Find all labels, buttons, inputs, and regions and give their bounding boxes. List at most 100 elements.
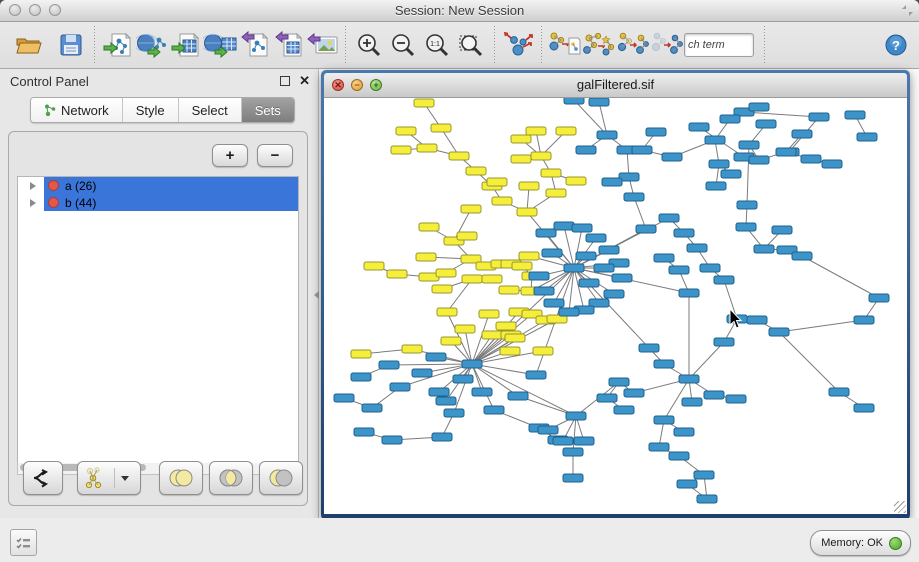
graph-edge[interactable] <box>465 329 472 364</box>
graph-node[interactable] <box>604 290 624 298</box>
graph-edge[interactable] <box>472 364 494 410</box>
graph-node[interactable] <box>854 404 874 412</box>
create-set-from-network-button[interactable] <box>77 461 141 495</box>
graph-node[interactable] <box>462 275 482 283</box>
graph-node[interactable] <box>720 115 740 123</box>
float-panel-icon[interactable] <box>280 76 290 86</box>
graph-node[interactable] <box>654 360 674 368</box>
graph-node[interactable] <box>379 361 399 369</box>
graph-node[interactable] <box>534 287 554 295</box>
graph-node[interactable] <box>426 353 446 361</box>
graph-node[interactable] <box>511 155 531 163</box>
add-set-button[interactable]: + <box>212 144 248 167</box>
graph-node[interactable] <box>354 428 374 436</box>
graph-node[interactable] <box>579 279 599 287</box>
collapse-panel-handle-icon[interactable] <box>314 291 319 299</box>
graph-node[interactable] <box>677 480 697 488</box>
tab-select[interactable]: Select <box>179 98 242 122</box>
graph-node[interactable] <box>416 253 436 261</box>
graph-node[interactable] <box>351 373 371 381</box>
graph-node[interactable] <box>572 224 592 232</box>
graph-node[interactable] <box>609 378 629 386</box>
graph-node[interactable] <box>566 177 586 185</box>
graph-node[interactable] <box>457 232 477 240</box>
graph-node[interactable] <box>566 412 586 420</box>
graph-node[interactable] <box>662 153 682 161</box>
window-titlebar[interactable]: Session: New Session <box>0 0 919 22</box>
graph-node[interactable] <box>531 152 551 160</box>
graph-node[interactable] <box>705 136 725 144</box>
graph-node[interactable] <box>517 208 537 216</box>
network-window-titlebar[interactable]: ✕ − + galFiltered.sif <box>324 73 907 98</box>
zoom-out-button[interactable] <box>386 27 420 63</box>
tab-network[interactable]: Network <box>31 98 123 122</box>
graph-node[interactable] <box>482 331 502 339</box>
new-network-from-selection-edges-button[interactable] <box>650 27 684 63</box>
task-history-button[interactable] <box>10 529 37 556</box>
zoom-selected-region-button[interactable] <box>454 27 488 63</box>
graph-node[interactable] <box>679 375 699 383</box>
graph-edge[interactable] <box>744 112 819 117</box>
graph-node[interactable] <box>402 345 422 353</box>
graph-node[interactable] <box>564 264 584 272</box>
graph-node[interactable] <box>563 448 583 456</box>
graph-node[interactable] <box>614 406 634 414</box>
remove-set-button[interactable]: − <box>257 144 293 167</box>
graph-node[interactable] <box>536 229 556 237</box>
graph-node[interactable] <box>854 316 874 324</box>
graph-node[interactable] <box>432 433 452 441</box>
chevron-down-icon[interactable] <box>121 476 129 481</box>
graph-node[interactable] <box>444 409 464 417</box>
graph-node[interactable] <box>541 169 561 177</box>
graph-node[interactable] <box>792 252 812 260</box>
expander-icon[interactable] <box>30 199 36 207</box>
graph-node[interactable] <box>529 272 549 280</box>
graph-node[interactable] <box>544 299 564 307</box>
graph-node[interactable] <box>487 178 507 186</box>
graph-node[interactable] <box>455 325 475 333</box>
graph-node[interactable] <box>624 193 644 201</box>
graph-node[interactable] <box>586 234 606 242</box>
close-panel-icon[interactable]: ✕ <box>299 73 310 89</box>
graph-node[interactable] <box>538 426 558 434</box>
graph-edge[interactable] <box>634 197 646 229</box>
graph-node[interactable] <box>646 128 666 136</box>
graph-node[interactable] <box>437 308 457 316</box>
graph-node[interactable] <box>597 131 617 139</box>
graph-node[interactable] <box>845 111 865 119</box>
graph-node[interactable] <box>432 285 452 293</box>
graph-node[interactable] <box>597 394 617 402</box>
graph-node[interactable] <box>706 182 726 190</box>
graph-node[interactable] <box>351 350 371 358</box>
open-file-button[interactable] <box>12 27 46 63</box>
import-network-url-button[interactable] <box>135 27 169 63</box>
graph-node[interactable] <box>511 135 531 143</box>
network-canvas[interactable] <box>324 98 907 514</box>
graph-node[interactable] <box>462 360 482 368</box>
graph-node[interactable] <box>829 388 849 396</box>
graph-node[interactable] <box>714 276 734 284</box>
graph-node[interactable] <box>387 270 407 278</box>
graph-node[interactable] <box>412 369 432 377</box>
fullscreen-icon[interactable] <box>901 4 914 17</box>
graph-node[interactable] <box>749 103 769 111</box>
graph-node[interactable] <box>382 436 402 444</box>
graph-node[interactable] <box>612 274 632 282</box>
import-network-file-button[interactable] <box>101 27 135 63</box>
export-table-button[interactable] <box>271 27 305 63</box>
graph-node[interactable] <box>721 170 741 178</box>
graph-node[interactable] <box>589 98 609 106</box>
graph-node[interactable] <box>669 452 689 460</box>
set-union-button[interactable] <box>159 461 203 495</box>
graph-node[interactable] <box>414 99 434 107</box>
graph-node[interactable] <box>636 225 656 233</box>
graph-edge[interactable] <box>447 279 472 312</box>
graph-node[interactable] <box>669 266 689 274</box>
graph-node[interactable] <box>649 443 669 451</box>
graph-node[interactable] <box>563 474 583 482</box>
graph-node[interactable] <box>594 264 614 272</box>
search-input[interactable]: ch term <box>684 33 754 57</box>
graph-node[interactable] <box>390 383 410 391</box>
graph-node[interactable] <box>747 316 767 324</box>
resize-grip[interactable] <box>894 501 906 513</box>
